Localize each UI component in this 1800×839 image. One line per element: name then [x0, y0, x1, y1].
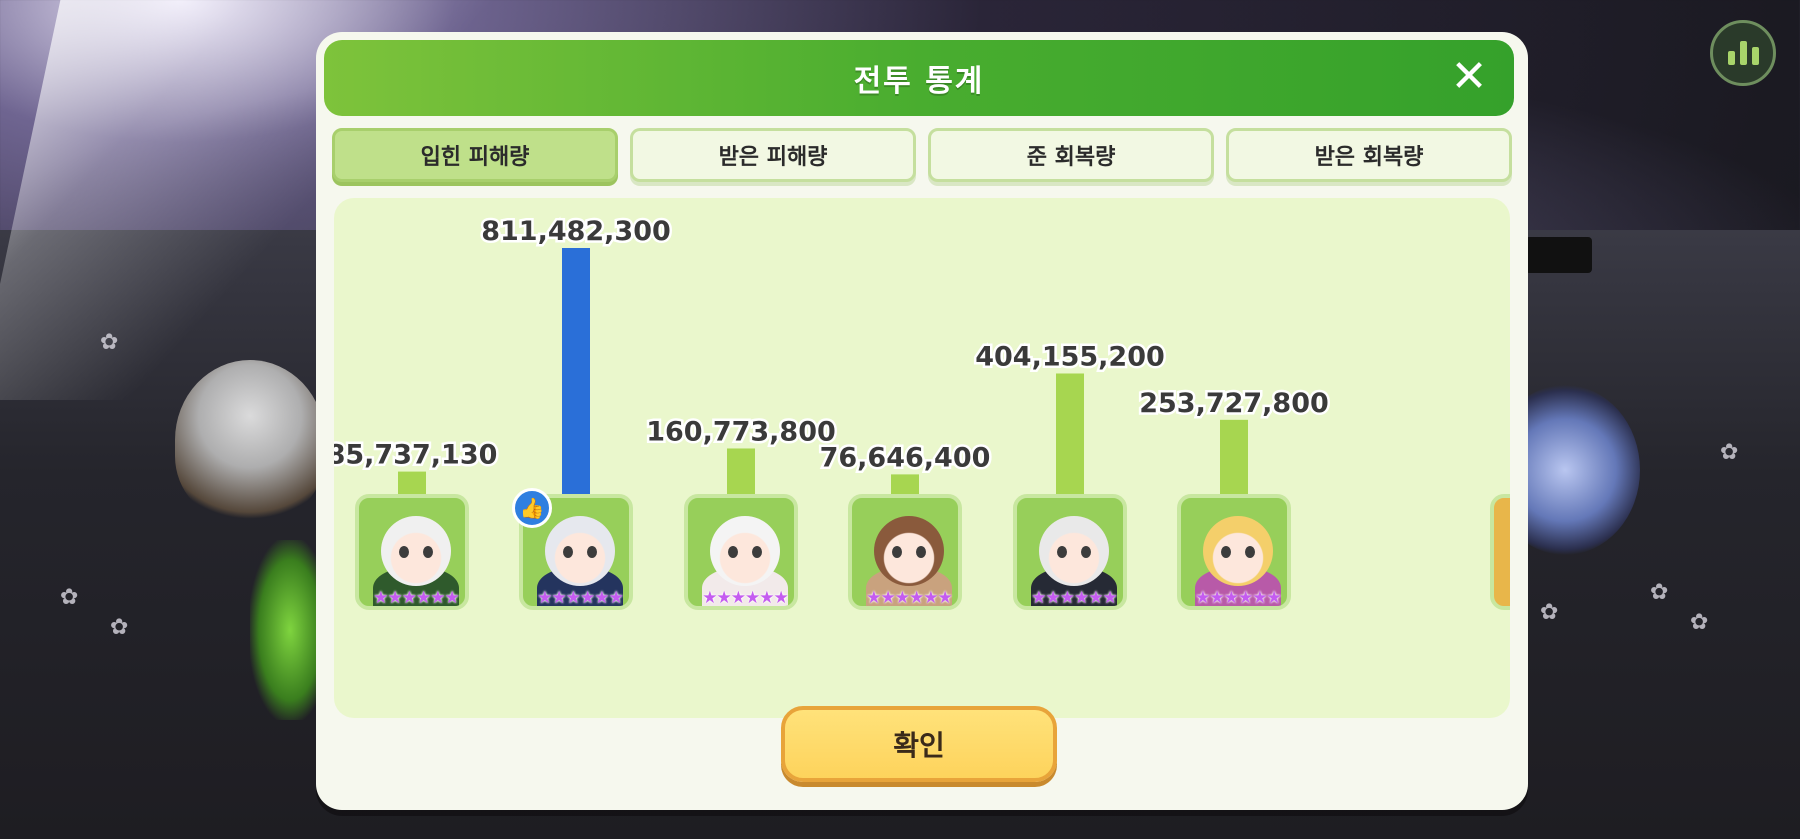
flower-decoration: ✿ — [1540, 600, 1559, 625]
modal-title: 전투 통계 — [853, 64, 985, 99]
star-rating: ★★★★★★ — [866, 588, 952, 608]
thumbs-up-icon: 👍 — [512, 488, 552, 528]
hero-portrait-icon[interactable]: ★★★★★★ — [355, 494, 469, 610]
flower-decoration: ✿ — [110, 615, 129, 640]
hero-eye — [563, 546, 573, 558]
damage-bar — [562, 248, 590, 498]
flower-decoration: ✿ — [1690, 610, 1709, 635]
star-rating: ★★★★★★ — [537, 588, 623, 608]
battle-stats-modal: 전투 통계 ✕ 입힌 피해량 받은 피해량 준 회복량 받은 회복량 85,73… — [316, 32, 1528, 810]
star-rating: ★★★★★★ — [1195, 588, 1281, 608]
tab-damage-taken[interactable]: 받은 피해량 — [630, 128, 916, 182]
flower-decoration: ✿ — [1650, 580, 1669, 605]
hero-portrait-icon[interactable]: ★★★★★★ — [848, 494, 962, 610]
hero-eye — [1081, 546, 1091, 558]
damage-value-label: 76,646,400 — [820, 442, 991, 473]
tab-healing-given[interactable]: 준 회복량 — [928, 128, 1214, 182]
stats-tabs: 입힌 피해량 받은 피해량 준 회복량 받은 회복량 — [332, 128, 1512, 186]
close-icon[interactable]: ✕ — [1446, 54, 1492, 100]
hero-eye — [892, 546, 902, 558]
flower-decoration: ✿ — [1720, 440, 1739, 465]
hero-eye — [752, 546, 762, 558]
tab-damage-dealt[interactable]: 입힌 피해량 — [332, 128, 618, 182]
hero-eye — [423, 546, 433, 558]
hero-head — [381, 516, 451, 586]
background-bar — [1525, 237, 1592, 273]
modal-header: 전투 통계 ✕ — [324, 40, 1514, 116]
hero-eye — [1221, 546, 1231, 558]
hero-eye — [1245, 546, 1255, 558]
damage-bar — [1220, 419, 1248, 498]
star-rating: ★★★★★★ — [702, 588, 788, 608]
damage-bar-chart: 85,737,130 811,482,300 160,773,80076,646,4… — [334, 214, 1331, 498]
damage-chart-panel: 85,737,130 811,482,300 160,773,800 76,646,4… — [334, 198, 1510, 718]
hero-portrait-icon[interactable]: ★★★★★★ — [1177, 494, 1291, 610]
hero-eye — [587, 546, 597, 558]
star-rating: ★★★★★★ — [373, 588, 459, 608]
hero-head — [545, 516, 615, 586]
flower-decoration: ✿ — [60, 585, 79, 610]
damage-value-label: 85,737,130 — [334, 440, 497, 471]
hero-head — [1039, 516, 1109, 586]
hero-head — [710, 516, 780, 586]
background-character — [175, 360, 325, 520]
hero-eye — [1057, 546, 1067, 558]
damage-value-label: 404,155,200 — [975, 341, 1165, 372]
damage-bar — [727, 448, 755, 498]
bar-chart-icon[interactable] — [1710, 20, 1776, 86]
star-rating: ★★★★★★ — [1031, 588, 1117, 608]
damage-value-label: 253,727,800 — [1139, 388, 1329, 419]
confirm-button[interactable]: 확인 — [781, 706, 1057, 782]
hero-eye — [916, 546, 926, 558]
hero-portrait-icon[interactable]: ★★★★★★ — [1013, 494, 1127, 610]
hero-portrait-icon[interactable] — [1490, 494, 1510, 610]
flower-decoration: ✿ — [100, 330, 119, 355]
damage-value-label: 811,482,300 — [481, 216, 671, 247]
damage-value-label: 160,773,800 — [646, 416, 836, 447]
tab-healing-received[interactable]: 받은 회복량 — [1226, 128, 1512, 182]
hero-eye — [399, 546, 409, 558]
hero-portrait-icon[interactable]: ★★★★★★ — [684, 494, 798, 610]
hero-eye — [728, 546, 738, 558]
hero-head — [1203, 516, 1273, 586]
damage-bar — [1056, 373, 1084, 498]
hero-head — [874, 516, 944, 586]
